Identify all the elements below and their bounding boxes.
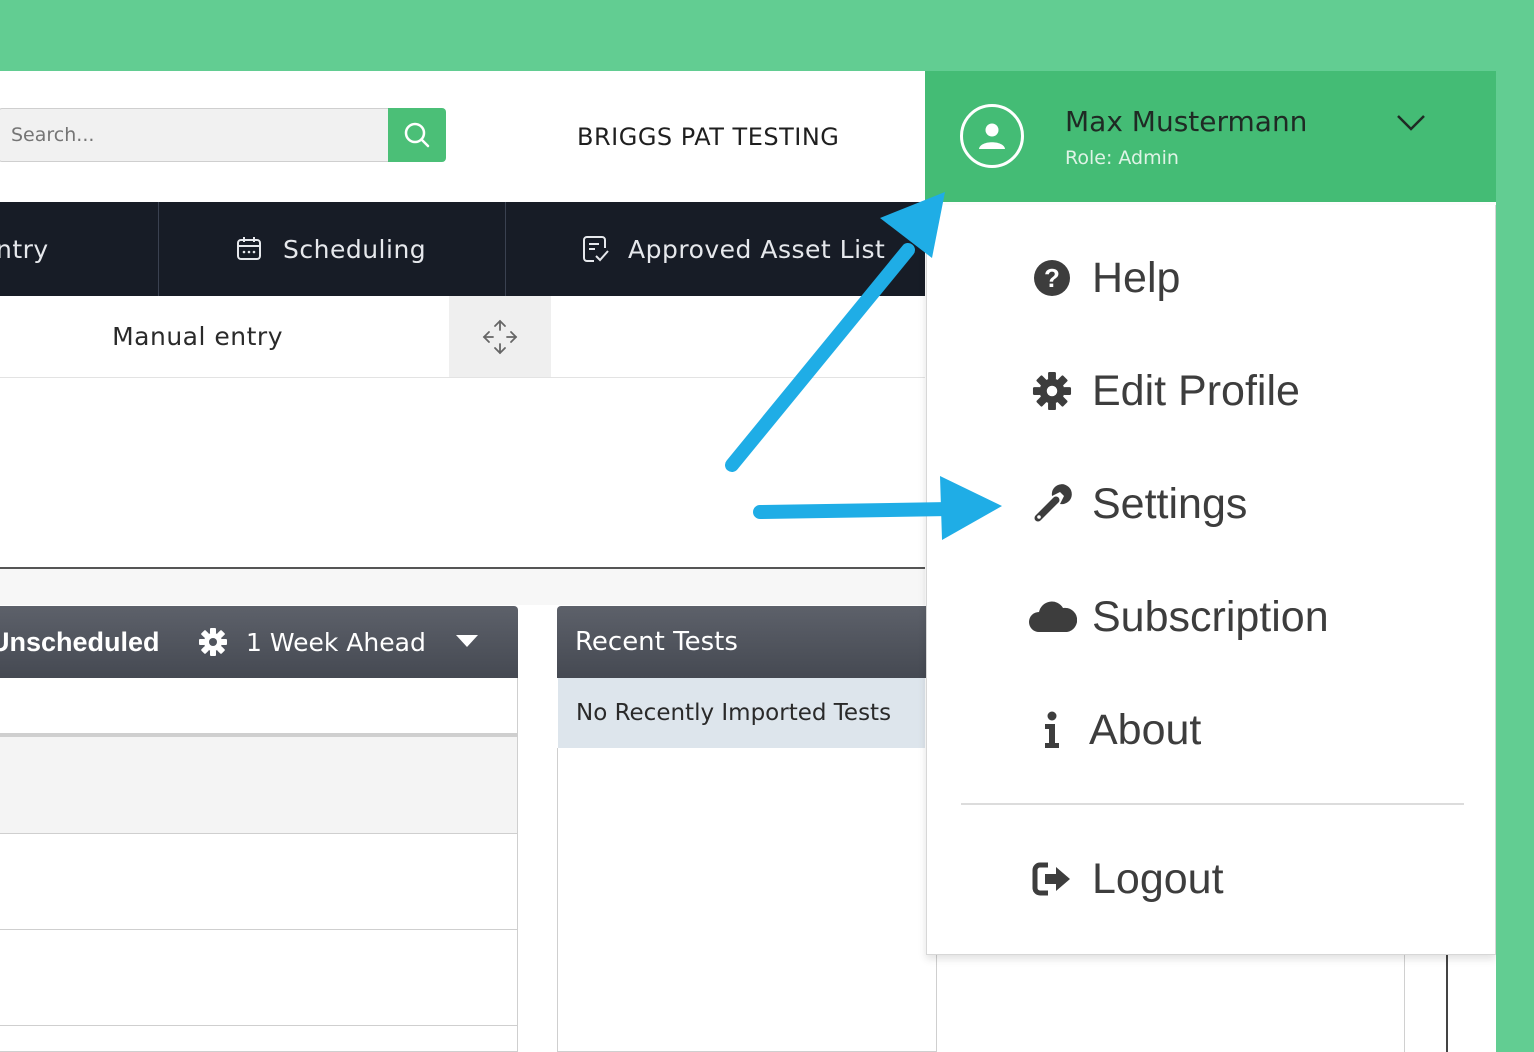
nav-item-entry[interactable]: ntry — [0, 202, 49, 296]
recent-tests-panel-body — [557, 748, 937, 1052]
search-button[interactable] — [388, 108, 446, 162]
scroll-track-edge — [1446, 951, 1448, 1052]
chevron-down-icon[interactable] — [1395, 111, 1427, 135]
user-icon — [979, 123, 1005, 149]
menu-item-label: Logout — [1092, 854, 1224, 903]
menu-item-about[interactable]: About — [927, 690, 1495, 770]
scroll-track — [1404, 951, 1405, 1052]
nav-item-label: Scheduling — [283, 234, 427, 264]
user-menu-toggle[interactable]: Max Mustermann Role: Admin — [925, 71, 1496, 202]
list-check-icon — [583, 236, 609, 262]
user-name: Max Mustermann — [1065, 105, 1308, 138]
menu-item-label: Help — [1092, 253, 1181, 302]
user-dropdown-menu: ? Help Edit Profile Settings Subscriptio… — [926, 205, 1496, 955]
panel-title: Recent Tests — [575, 627, 738, 657]
svg-text:?: ? — [1044, 263, 1060, 293]
nav-divider — [158, 202, 159, 296]
panel-title: Unscheduled — [0, 626, 160, 657]
caret-down-icon[interactable] — [456, 635, 478, 649]
nav-divider — [505, 202, 506, 296]
row-divider — [0, 1025, 517, 1026]
unscheduled-panel-header: Unscheduled 1 Week Ahead — [0, 606, 518, 678]
question-circle-icon: ? — [1027, 253, 1077, 303]
nav-item-scheduling[interactable]: Scheduling — [235, 202, 426, 296]
menu-item-label: About — [1089, 705, 1202, 754]
gear-icon[interactable] — [197, 626, 229, 658]
sub-toolbar: Manual entry — [0, 296, 925, 378]
main-navbar: ntry Scheduling Approved Asset List — [0, 202, 925, 296]
menu-item-help[interactable]: ? Help — [927, 238, 1495, 318]
sign-out-icon — [1027, 854, 1077, 904]
menu-item-subscription[interactable]: Subscription — [927, 577, 1495, 657]
menu-item-label: Edit Profile — [1092, 366, 1300, 415]
section-band — [0, 569, 925, 605]
menu-item-edit-profile[interactable]: Edit Profile — [927, 351, 1495, 431]
recent-tests-empty: No Recently Imported Tests — [558, 678, 925, 748]
row-divider — [0, 929, 517, 930]
move-arrows-icon — [482, 319, 518, 354]
info-icon — [1027, 705, 1077, 755]
recent-tests-panel-header: Recent Tests — [557, 606, 937, 678]
user-role: Role: Admin — [1065, 147, 1179, 169]
search-icon — [404, 122, 430, 148]
table-row — [0, 737, 517, 833]
menu-item-label: Subscription — [1092, 592, 1329, 641]
gear-icon — [1027, 366, 1077, 416]
row-divider — [0, 833, 517, 834]
avatar — [960, 104, 1024, 168]
menu-item-logout[interactable]: Logout — [927, 839, 1495, 919]
move-handle[interactable] — [449, 296, 551, 377]
wrench-icon — [1027, 479, 1077, 529]
search-input[interactable] — [0, 108, 388, 162]
app-window: BRIGGS PAT TESTING Max Mustermann Role: … — [0, 71, 1496, 1052]
menu-item-settings[interactable]: Settings — [927, 464, 1495, 544]
nav-item-label: Approved Asset List — [628, 234, 886, 264]
cloud-icon — [1027, 592, 1077, 642]
menu-divider — [961, 803, 1464, 805]
nav-item-label: ntry — [0, 234, 49, 264]
company-name: BRIGGS PAT TESTING — [577, 123, 840, 151]
week-filter-select[interactable]: 1 Week Ahead — [246, 628, 426, 657]
manual-entry-tab[interactable]: Manual entry — [0, 296, 449, 377]
menu-item-label: Settings — [1092, 479, 1248, 528]
unscheduled-panel-body — [0, 678, 518, 1052]
calendar-icon — [237, 237, 261, 260]
nav-item-approved-asset-list[interactable]: Approved Asset List — [582, 202, 885, 296]
